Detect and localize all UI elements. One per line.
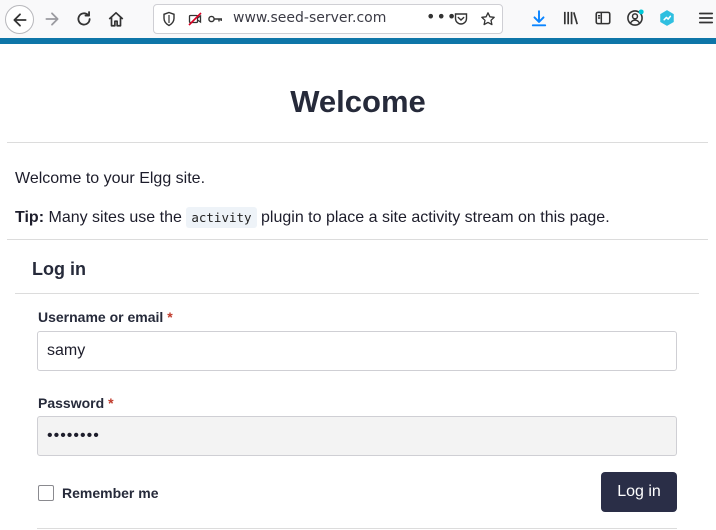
library-icon[interactable] <box>562 9 580 27</box>
key-icon[interactable] <box>207 11 223 27</box>
sidebar-icon[interactable] <box>594 9 612 27</box>
username-label-text: Username or email <box>38 309 164 325</box>
site-header-bar <box>0 38 716 44</box>
username-input[interactable] <box>37 331 677 371</box>
divider <box>7 142 708 143</box>
remember-me-checkbox[interactable]: Remember me <box>38 485 159 501</box>
username-label: Username or email * <box>38 309 173 325</box>
reload-button[interactable] <box>70 5 98 33</box>
reload-icon <box>77 11 91 26</box>
back-button[interactable] <box>5 5 34 34</box>
account-icon[interactable] <box>626 9 644 27</box>
browser-toolbar: www.seed-server.com ••• <box>0 0 716 39</box>
password-input[interactable] <box>37 416 677 456</box>
checkbox[interactable] <box>38 485 54 501</box>
password-label: Password * <box>38 395 114 411</box>
login-heading: Log in <box>32 259 86 279</box>
menu-icon[interactable] <box>697 9 715 27</box>
divider <box>15 293 699 294</box>
password-label-text: Password <box>38 395 105 411</box>
address-bar[interactable]: www.seed-server.com ••• <box>153 4 503 34</box>
pocket-icon[interactable] <box>453 11 469 27</box>
url-text[interactable]: www.seed-server.com <box>233 10 386 26</box>
required-mark: * <box>108 395 114 411</box>
star-icon[interactable] <box>480 11 496 27</box>
extension-icon[interactable] <box>658 9 676 27</box>
divider <box>7 239 708 240</box>
activity-code: activity <box>186 207 257 228</box>
welcome-text: Welcome to your Elgg site. <box>15 170 206 187</box>
required-mark: * <box>167 309 173 325</box>
download-icon[interactable] <box>530 9 548 27</box>
back-arrow-icon <box>12 12 27 27</box>
divider <box>37 528 677 529</box>
tip-after: plugin to place a site activity stream o… <box>261 209 610 226</box>
no-camera-icon[interactable] <box>187 11 203 27</box>
tip-label: Tip: <box>15 209 45 226</box>
remember-me-label: Remember me <box>62 485 159 501</box>
forward-button[interactable] <box>38 5 66 33</box>
forward-arrow-icon <box>45 12 59 26</box>
tip-text: Tip: Many sites use the activity plugin … <box>15 207 610 228</box>
login-button[interactable]: Log in <box>601 472 677 512</box>
page-title: Welcome <box>290 84 426 119</box>
home-button[interactable] <box>102 5 130 33</box>
tip-before: Many sites use the <box>48 209 182 226</box>
shield-icon[interactable] <box>161 11 177 27</box>
home-icon <box>108 11 124 27</box>
